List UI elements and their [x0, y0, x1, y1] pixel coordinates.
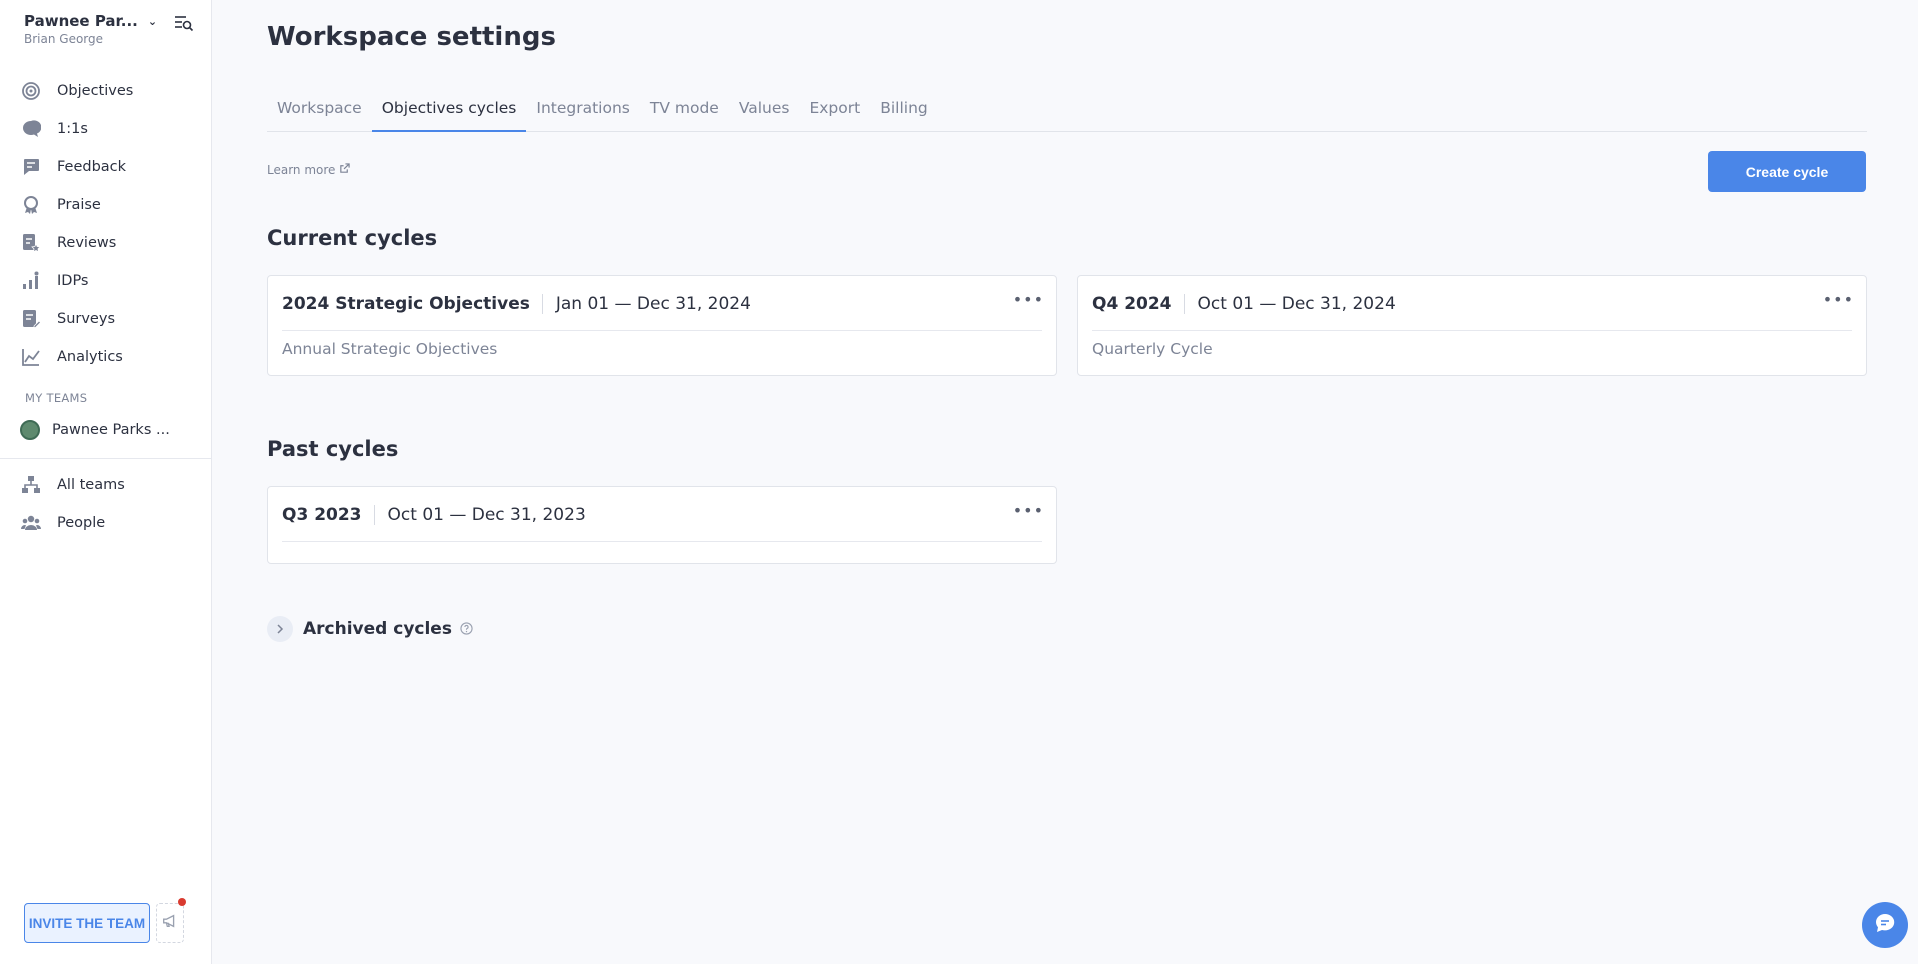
- sidebar-item-1on1s[interactable]: 1:1s: [0, 110, 212, 148]
- past-cycles-title: Past cycles: [267, 437, 399, 461]
- cycle-separator: [373, 504, 375, 525]
- survey-icon: [20, 308, 42, 330]
- tab-export[interactable]: Export: [799, 92, 870, 132]
- sidebar-item-all-teams[interactable]: All teams: [0, 466, 212, 504]
- current-cycles-title: Current cycles: [267, 226, 438, 250]
- sidebar: Pawnee Par... ⌄ Brian George Objectives …: [0, 0, 212, 964]
- sidebar-item-label: Praise: [57, 197, 101, 213]
- workspace-name: Pawnee Par...: [24, 12, 138, 30]
- review-icon: [20, 232, 42, 254]
- cycle-separator: [1183, 293, 1185, 314]
- sidebar-item-label: Feedback: [57, 159, 127, 175]
- sidebar-item-label: All teams: [57, 477, 125, 493]
- chat-bubble-icon: [1873, 911, 1897, 939]
- team-name: Pawnee Parks ...: [52, 422, 170, 438]
- cycle-dates: Jan 01 — Dec 31, 2024: [555, 293, 751, 314]
- cycle-name: Q4 2024: [1092, 293, 1172, 314]
- invite-team-button[interactable]: INVITE THE TEAM: [24, 903, 150, 943]
- cycle-card[interactable]: 2024 Strategic Objectives Jan 01 — Dec 3…: [267, 275, 1057, 376]
- cycle-dates: Oct 01 — Dec 31, 2023: [387, 504, 586, 525]
- sidebar-item-label: Analytics: [57, 349, 123, 365]
- tab-values[interactable]: Values: [729, 92, 800, 132]
- cycle-card[interactable]: Q4 2024 Oct 01 — Dec 31, 2024 ••• Quarte…: [1077, 275, 1867, 376]
- external-link-icon: [335, 163, 351, 177]
- more-options-icon[interactable]: •••: [1823, 290, 1854, 309]
- cycle-card[interactable]: Q3 2023 Oct 01 — Dec 31, 2023 •••: [267, 486, 1057, 564]
- learn-more-label: Learn more: [267, 163, 336, 177]
- team-avatar: [20, 420, 40, 440]
- cycle-name: 2024 Strategic Objectives: [282, 293, 530, 314]
- org-chart-icon: [20, 474, 42, 496]
- tab-workspace[interactable]: Workspace: [267, 92, 372, 132]
- sidebar-item-label: People: [57, 515, 106, 531]
- cycle-name: Q3 2023: [282, 504, 362, 525]
- tab-objectives-cycles[interactable]: Objectives cycles: [371, 92, 527, 132]
- search-menu-icon[interactable]: [174, 14, 194, 32]
- sidebar-item-idps[interactable]: IDPs: [0, 262, 212, 300]
- sidebar-nav-secondary: All teams People: [0, 466, 212, 542]
- tab-tv-mode[interactable]: TV mode: [640, 92, 729, 132]
- tab-integrations[interactable]: Integrations: [526, 92, 639, 132]
- announcements-button[interactable]: [156, 903, 184, 943]
- megaphone-icon: [161, 912, 179, 934]
- sidebar-item-people[interactable]: People: [0, 504, 212, 542]
- sidebar-item-praise[interactable]: Praise: [0, 186, 212, 224]
- archived-cycles-toggle[interactable]: Archived cycles: [267, 616, 473, 642]
- feedback-icon: [20, 156, 42, 178]
- award-icon: [20, 194, 42, 216]
- sidebar-item-label: Objectives: [57, 83, 134, 99]
- current-user-name: Brian George: [24, 32, 104, 46]
- sidebar-item-surveys[interactable]: Surveys: [0, 300, 212, 338]
- cycle-separator: [541, 293, 543, 314]
- archived-cycles-label: Archived cycles: [303, 619, 452, 639]
- help-circle-icon[interactable]: [460, 620, 473, 639]
- sidebar-item-label: IDPs: [57, 273, 89, 289]
- cycle-description: Annual Strategic Objectives: [282, 340, 498, 358]
- chevron-right-icon: [267, 616, 293, 642]
- sidebar-item-reviews[interactable]: Reviews: [0, 224, 212, 262]
- sidebar-item-feedback[interactable]: Feedback: [0, 148, 212, 186]
- target-icon: [20, 80, 42, 102]
- workspace-switcher[interactable]: Pawnee Par... ⌄ Brian George: [24, 12, 194, 46]
- my-teams-label: MY TEAMS: [25, 391, 88, 405]
- people-icon: [20, 512, 42, 534]
- sidebar-item-label: Surveys: [57, 311, 115, 327]
- cycle-dates: Oct 01 — Dec 31, 2024: [1197, 293, 1396, 314]
- chat-icon: [20, 118, 42, 140]
- sidebar-item-objectives[interactable]: Objectives: [0, 72, 212, 110]
- sidebar-item-label: 1:1s: [57, 121, 88, 137]
- sidebar-team-item[interactable]: Pawnee Parks ...: [20, 418, 170, 442]
- notification-dot: [178, 898, 186, 906]
- create-cycle-button[interactable]: Create cycle: [1708, 151, 1866, 192]
- growth-icon: [20, 270, 42, 292]
- sidebar-divider: [0, 458, 212, 459]
- more-options-icon[interactable]: •••: [1013, 290, 1044, 309]
- sidebar-item-analytics[interactable]: Analytics: [0, 338, 212, 376]
- tab-billing[interactable]: Billing: [870, 92, 938, 132]
- chevron-down-icon: ⌄: [147, 14, 158, 28]
- sidebar-nav: Objectives 1:1s Feedback Praise Reviews …: [0, 72, 212, 376]
- learn-more-link[interactable]: Learn more: [267, 163, 351, 177]
- chart-line-icon: [20, 346, 42, 368]
- cycle-description: Quarterly Cycle: [1092, 340, 1213, 358]
- chat-support-button[interactable]: [1862, 902, 1908, 948]
- sidebar-item-label: Reviews: [57, 235, 117, 251]
- more-options-icon[interactable]: •••: [1013, 501, 1044, 520]
- settings-tabs: Workspace Objectives cycles Integrations…: [267, 92, 1867, 132]
- page-title: Workspace settings: [267, 22, 556, 52]
